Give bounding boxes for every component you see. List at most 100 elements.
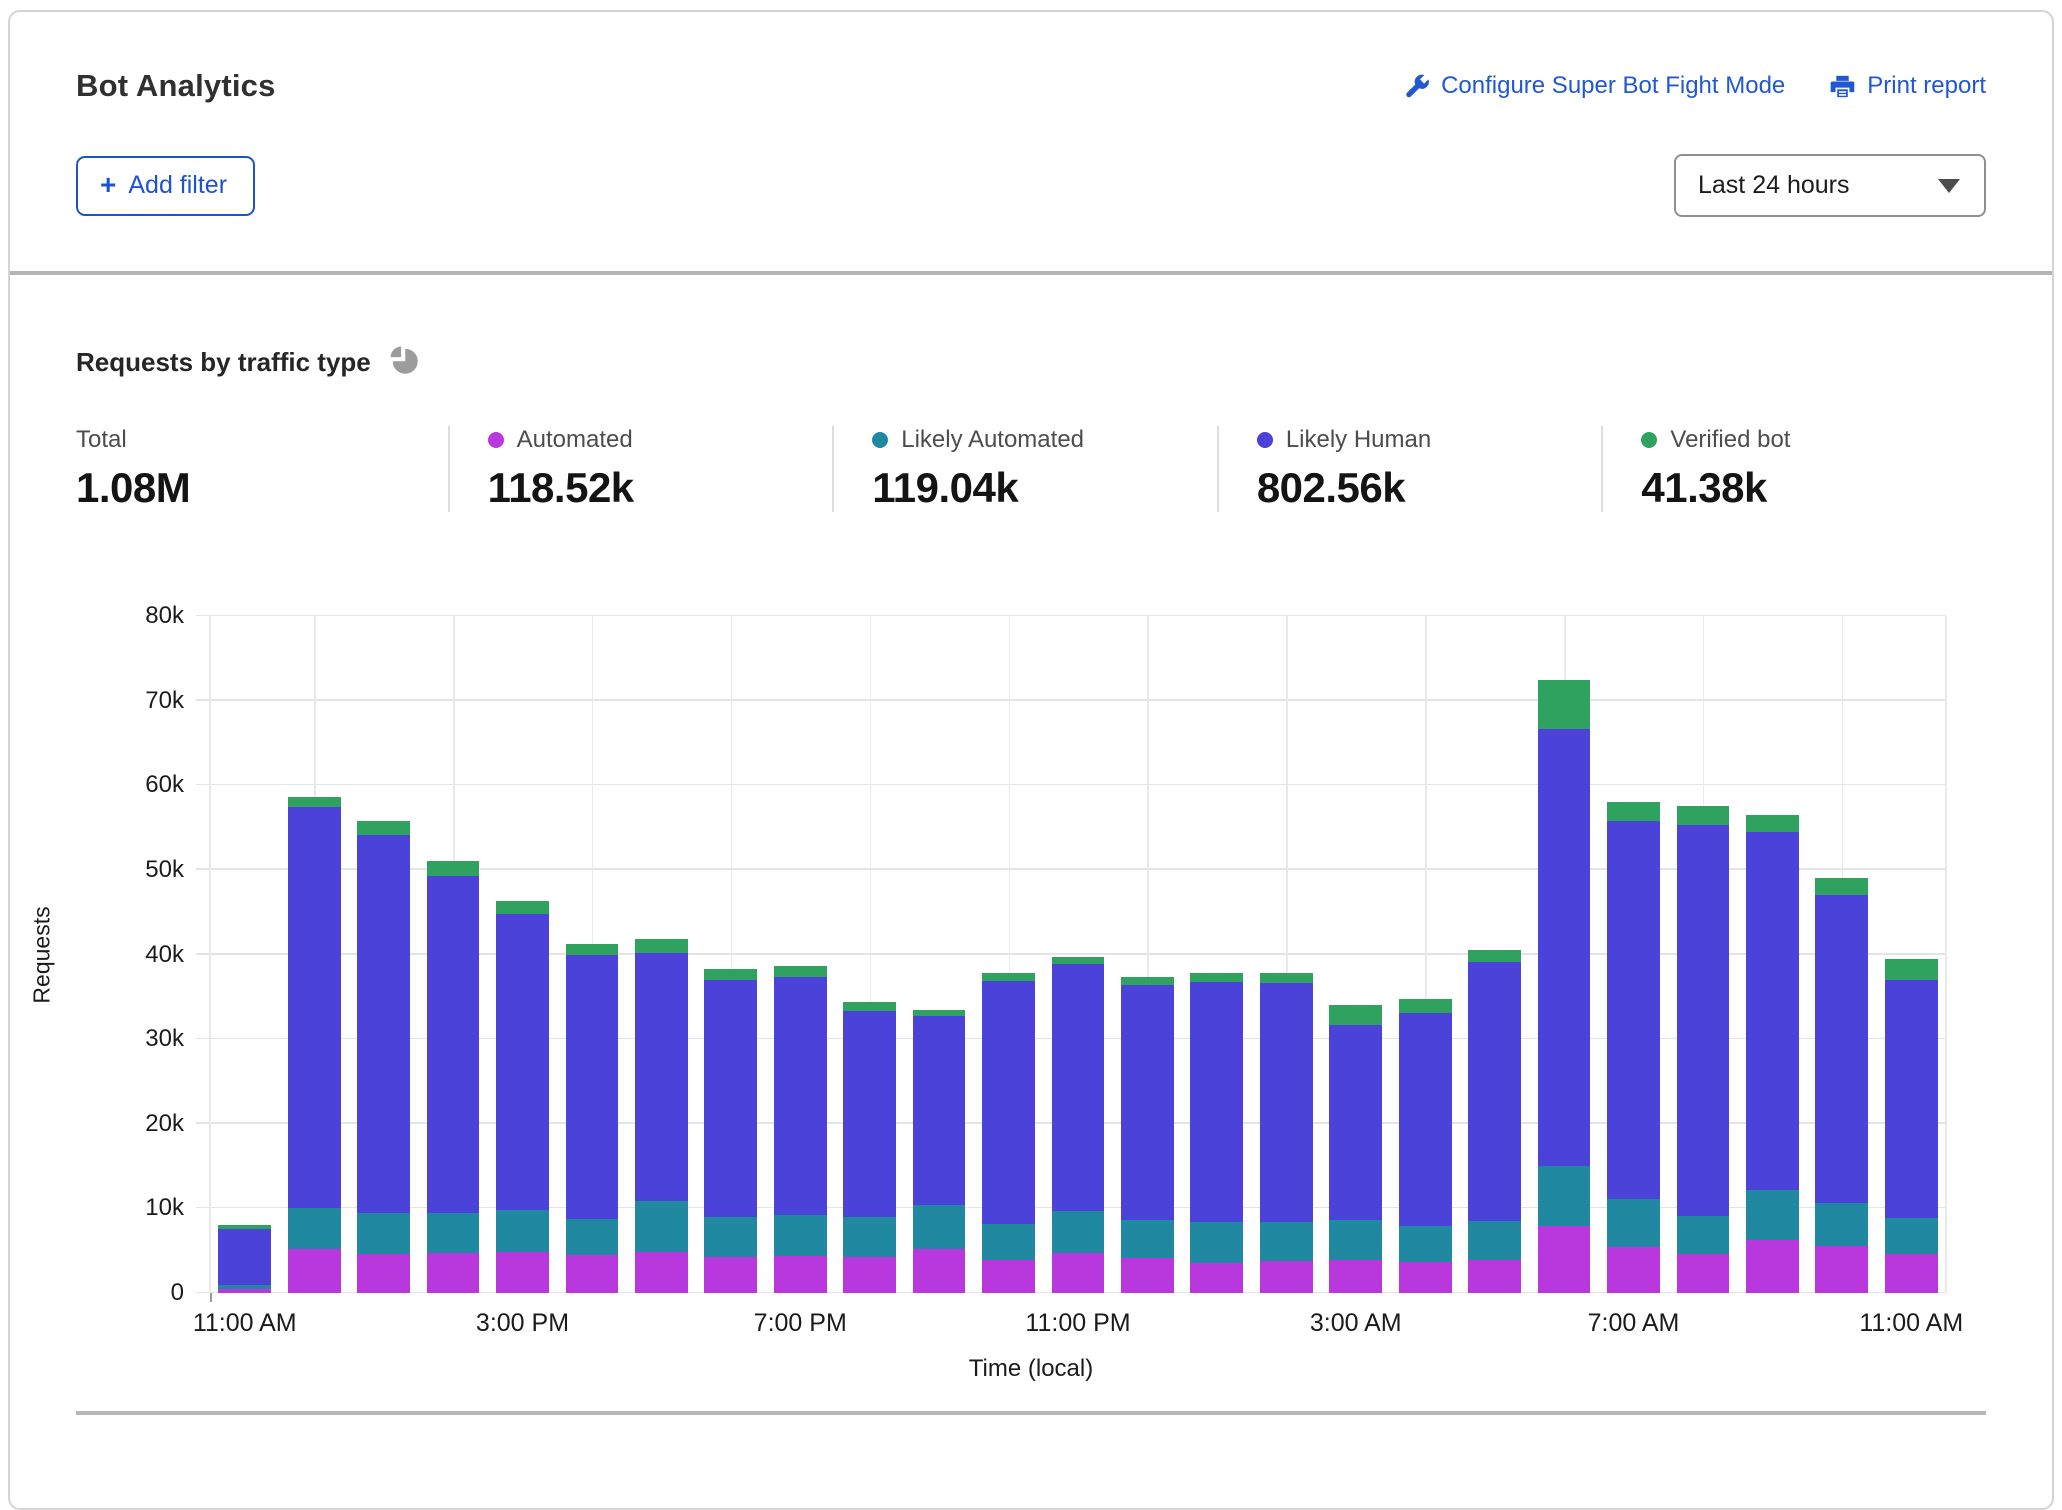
bar-segment-verified-bot (427, 861, 480, 876)
y-tick-label: 10k (114, 1194, 184, 1222)
y-tick-label: 70k (114, 687, 184, 715)
configure-super-bot-fight-mode-link[interactable]: Configure Super Bot Fight Mode (1403, 72, 1785, 100)
bar-segment-automated (774, 1256, 827, 1293)
bar-segment-likely-automated (1468, 1221, 1521, 1260)
bar-segment-likely-automated (1260, 1222, 1313, 1261)
bar-segment-likely-automated (1746, 1190, 1799, 1240)
bar-segment-automated (1190, 1263, 1243, 1293)
stacked-bar-1200am (1121, 616, 1174, 1293)
bar-slot (418, 616, 487, 1293)
x-axis-title: Time (local) (76, 1355, 1986, 1383)
bar-segment-verified-bot (1538, 680, 1591, 730)
bar-slot (1390, 616, 1459, 1293)
legend-dot (488, 432, 504, 448)
chevron-down-icon (1938, 179, 1960, 193)
bar-segment-automated (1260, 1261, 1313, 1293)
bar-segment-likely-automated (1329, 1220, 1382, 1260)
add-filter-button[interactable]: + Add filter (76, 156, 255, 216)
bar-segment-automated (843, 1257, 896, 1293)
bar-segment-automated (1815, 1246, 1868, 1293)
stacked-bar-800am (1677, 616, 1730, 1293)
bar-slot (1599, 616, 1668, 1293)
x-axis-ticks: 11:00 AM3:00 PM7:00 PM11:00 PM3:00 AM7:0… (210, 1293, 1946, 1333)
bar-segment-automated (1052, 1253, 1105, 1293)
bar-segment-automated (982, 1260, 1035, 1293)
bar-slot (1321, 616, 1390, 1293)
bar-segment-likely-automated (1190, 1222, 1243, 1263)
bar-segment-likely-automated (635, 1201, 688, 1252)
bar-segment-likely-automated (1677, 1216, 1730, 1254)
bar-segment-likely-automated (1607, 1199, 1660, 1247)
stacked-bar-1100am (218, 616, 271, 1293)
stat-label: Automated (488, 426, 823, 454)
bar-segment-likely-automated (566, 1219, 619, 1255)
x-tick-label: 7:00 PM (754, 1309, 847, 1338)
bar-slot (904, 616, 973, 1293)
bars-area (210, 616, 1946, 1293)
bar-segment-automated (566, 1255, 619, 1293)
bar-segment-verified-bot (357, 821, 410, 835)
bar-segment-verified-bot (1190, 973, 1243, 981)
bar-slot (488, 616, 557, 1293)
bar-segment-likely-automated (1399, 1226, 1452, 1262)
bar-slot (1460, 616, 1529, 1293)
stacked-bar-200pm (427, 616, 480, 1293)
bar-segment-likely-human (1190, 982, 1243, 1222)
y-tick-label: 20k (114, 1110, 184, 1138)
stat-label: Total (76, 426, 438, 454)
bar-segment-verified-bot (496, 901, 549, 914)
bar-segment-automated (704, 1257, 757, 1293)
stacked-bar-300pm (496, 616, 549, 1293)
x-tick-label: 3:00 AM (1310, 1309, 1402, 1338)
bar-slot (1668, 616, 1737, 1293)
bar-segment-likely-human (1399, 1013, 1452, 1226)
bar-slot (1252, 616, 1321, 1293)
bar-segment-verified-bot (1746, 815, 1799, 832)
time-range-value: Last 24 hours (1698, 171, 1850, 200)
stacked-bar-100pm (357, 616, 410, 1293)
y-tick-label: 40k (114, 941, 184, 969)
bar-segment-likely-human (496, 914, 549, 1210)
stacked-bar-1000pm (982, 616, 1035, 1293)
bar-slot (1182, 616, 1251, 1293)
header-section: Bot Analytics Configure Super Bot Fight … (10, 12, 2052, 217)
bar-segment-verified-bot (1815, 878, 1868, 895)
bar-segment-verified-bot (704, 969, 757, 980)
bar-segment-automated (496, 1252, 549, 1293)
legend-dot (1641, 432, 1657, 448)
bar-slot (1877, 616, 1946, 1293)
x-tick-label: 11:00 AM (193, 1309, 297, 1338)
stat-value: 802.56k (1257, 464, 1592, 512)
bar-slot (766, 616, 835, 1293)
bar-segment-likely-human (635, 953, 688, 1201)
bar-segment-verified-bot (635, 939, 688, 953)
stacked-bar-600pm (704, 616, 757, 1293)
bar-segment-likely-automated (913, 1205, 966, 1249)
stacked-bar-1100am (1885, 616, 1938, 1293)
bar-segment-verified-bot (1329, 1005, 1382, 1024)
stat-label: Likely Human (1257, 426, 1592, 454)
wrench-icon (1403, 73, 1430, 100)
print-report-link[interactable]: Print report (1829, 72, 1986, 100)
page-title: Bot Analytics (76, 68, 276, 104)
bar-segment-automated (1329, 1260, 1382, 1293)
stacked-bar-500am (1468, 616, 1521, 1293)
bar-segment-automated (1399, 1262, 1452, 1293)
time-range-select[interactable]: Last 24 hours (1674, 154, 1986, 217)
bar-segment-likely-automated (774, 1215, 827, 1256)
bottom-section-divider (76, 1411, 1986, 1415)
y-tick-label: 0 (114, 1279, 184, 1307)
bar-segment-verified-bot (843, 1002, 896, 1011)
bar-slot (557, 616, 626, 1293)
bar-segment-likely-automated (1121, 1220, 1174, 1258)
stat-value: 1.08M (76, 464, 438, 512)
chart-section-title: Requests by traffic type (76, 347, 371, 378)
bar-segment-verified-bot (566, 944, 619, 955)
analytics-card: Bot Analytics Configure Super Bot Fight … (8, 10, 2054, 1510)
bar-segment-likely-automated (982, 1224, 1035, 1260)
bar-slot (279, 616, 348, 1293)
bar-segment-automated (1677, 1254, 1730, 1293)
bar-segment-likely-automated (496, 1210, 549, 1252)
bar-slot (349, 616, 418, 1293)
bar-segment-likely-human (1746, 832, 1799, 1190)
